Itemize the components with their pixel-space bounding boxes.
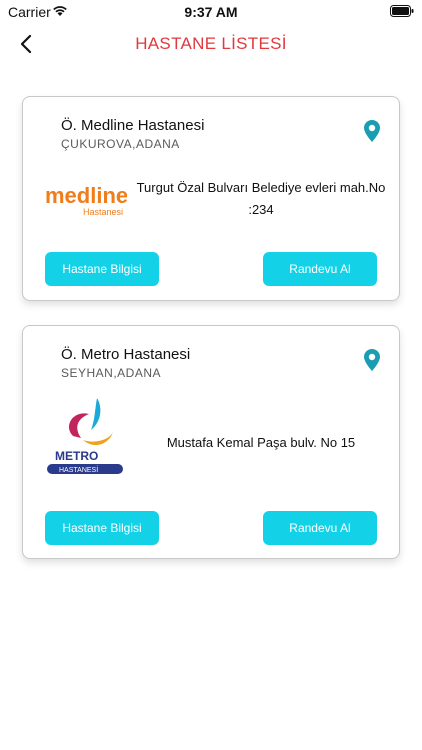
- status-bar: Carrier 9:37 AM: [0, 0, 422, 24]
- hospital-name: Ö. Medline Hastanesi: [61, 117, 205, 134]
- battery-icon: [390, 5, 414, 17]
- page-title: HASTANE LİSTESİ: [135, 34, 287, 53]
- appointment-button[interactable]: Randevu Al: [263, 252, 377, 286]
- hospital-address: Mustafa Kemal Paşa bulv. No 15: [166, 435, 356, 450]
- hospital-district: SEYHAN,ADANA: [61, 366, 162, 380]
- hospital-card: Ö. Metro Hastanesi SEYHAN,ADANA METRO HA…: [22, 325, 400, 559]
- hospital-card: Ö. Medline Hastanesi ÇUKUROVA,ADANA medl…: [22, 96, 400, 301]
- hospital-info-button[interactable]: Hastane Bilgisi: [45, 252, 159, 286]
- logo-subtext: Hastanesi: [83, 207, 123, 217]
- map-pin-icon[interactable]: [363, 119, 381, 143]
- logo-text: medline: [45, 183, 127, 208]
- logo-subtext: HASTANESİ: [59, 465, 98, 474]
- hospital-name: Ö. Metro Hastanesi: [61, 346, 191, 363]
- hospital-logo: METRO HASTANESİ: [47, 398, 123, 474]
- status-time: 9:37 AM: [184, 4, 238, 20]
- appointment-button[interactable]: Randevu Al: [263, 511, 377, 545]
- hospital-address: Turgut Özal Bulvarı Belediye evleri mah.…: [136, 180, 386, 217]
- nav-bar: HASTANE LİSTESİ: [0, 24, 422, 68]
- hospital-logo: medline Hastanesi: [45, 183, 127, 217]
- hospital-district: ÇUKUROVA,ADANA: [61, 137, 180, 151]
- map-pin-icon[interactable]: [363, 348, 381, 372]
- logo-text: METRO: [55, 449, 98, 463]
- hospital-info-button[interactable]: Hastane Bilgisi: [45, 511, 159, 545]
